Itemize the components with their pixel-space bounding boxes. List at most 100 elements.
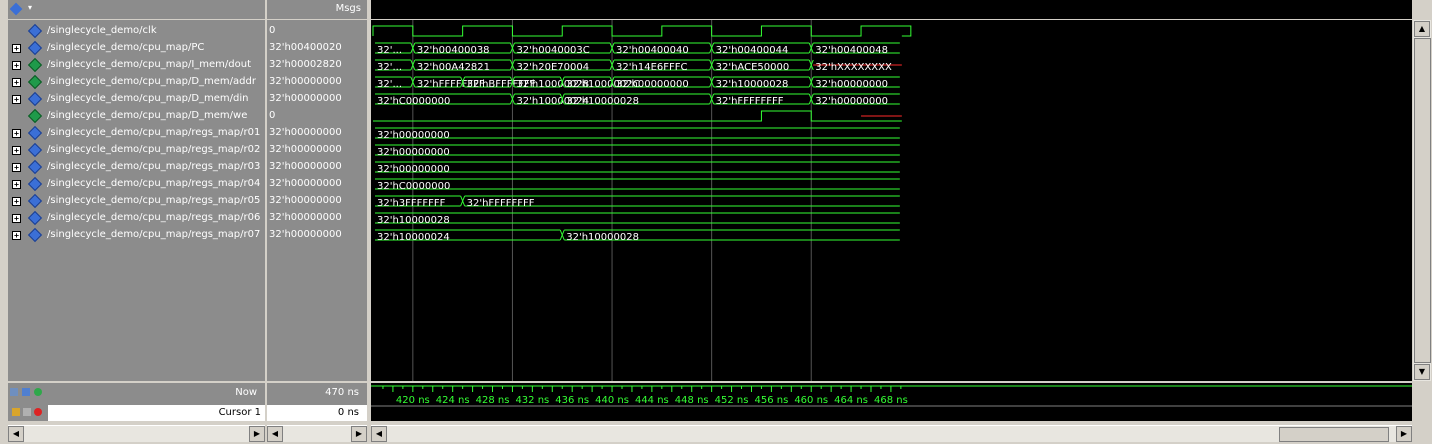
bus-value-label: 32'h10000024: [377, 232, 450, 243]
scroll-thumb[interactable]: [1414, 38, 1431, 363]
expand-icon[interactable]: +: [12, 146, 21, 155]
signal-name[interactable]: /singlecycle_demo/cpu_map/PC: [47, 42, 204, 53]
signal-name[interactable]: /singlecycle_demo/cpu_map/regs_map/r06: [47, 212, 260, 223]
signal-row[interactable]: + /singlecycle_demo/cpu_map/regs_map/r04: [8, 176, 265, 193]
bus-value-label: 32'h00A42821: [417, 62, 490, 73]
signal-name[interactable]: /singlecycle_demo/cpu_map/regs_map/r07: [47, 229, 260, 240]
signal-name[interactable]: /singlecycle_demo/cpu_map/regs_map/r03: [47, 161, 260, 172]
signal-icon: [27, 176, 43, 192]
cursor-name-field[interactable]: Cursor 1: [48, 405, 265, 421]
scroll-left-button[interactable]: ◀: [267, 426, 283, 442]
signal-icon: [27, 125, 43, 141]
scroll-up-button[interactable]: ▲: [1414, 21, 1430, 37]
bus-value-label: 32'h14E6FFFC: [616, 62, 687, 73]
signal-row[interactable]: + /singlecycle_demo/cpu_map/regs_map/r07: [8, 227, 265, 244]
add-icon[interactable]: [34, 388, 42, 396]
signal-value: 32'h00000000: [269, 212, 342, 223]
cursor-list-icon[interactable]: [22, 388, 30, 396]
signal-name[interactable]: /singlecycle_demo/clk: [47, 25, 157, 36]
expand-icon[interactable]: +: [12, 95, 21, 104]
bus-value-label: 32'h00400038: [417, 45, 490, 56]
names-hscroll[interactable]: ◀ ▶: [8, 425, 265, 442]
signal-name[interactable]: /singlecycle_demo/cpu_map/regs_map/r05: [47, 195, 260, 206]
vertical-scrollbar[interactable]: ▲ ▼: [1413, 20, 1431, 381]
signal-icon: [27, 74, 43, 90]
cursor-label[interactable]: Cursor 1: [219, 407, 261, 418]
signal-name[interactable]: /singlecycle_demo/cpu_map/regs_map/r02: [47, 144, 260, 155]
signal-row[interactable]: + /singlecycle_demo/cpu_map/regs_map/r05: [8, 193, 265, 210]
scroll-left-button[interactable]: ◀: [371, 426, 387, 442]
bus-value-label: 32'h00000000: [815, 79, 888, 90]
wave-header: [371, 0, 1412, 19]
signal-value: 32'h00000000: [269, 127, 342, 138]
bit-wave: [373, 110, 902, 122]
bus-value-label: 32'h10000028: [716, 79, 789, 90]
expand-icon[interactable]: +: [12, 231, 21, 240]
signal-name[interactable]: /singlecycle_demo/cpu_map/I_mem/dout: [47, 59, 251, 70]
bus-value-label: 32'h00000000: [377, 147, 450, 158]
timeline-label: 448 ns: [675, 395, 709, 406]
wave-toolbar-icon[interactable]: [9, 2, 23, 16]
bus-value-label: 32'hFFFFFFFF: [467, 198, 535, 209]
waveform-pane[interactable]: 32'... 32'h00400038 32'h0040003C 32'h004000…: [371, 20, 1412, 381]
signal-row[interactable]: + /singlecycle_demo/cpu_map/regs_map/r01: [8, 125, 265, 142]
wave-hscroll[interactable]: ◀ ▶: [371, 425, 1412, 442]
expand-icon[interactable]: +: [12, 180, 21, 189]
cursor-names-pane: Now Cursor 1: [8, 383, 265, 421]
scroll-right-button[interactable]: ▶: [351, 426, 367, 442]
signal-row[interactable]: + /singlecycle_demo/cpu_map/I_mem/dout: [8, 57, 265, 74]
expand-icon[interactable]: +: [12, 214, 21, 223]
signal-row[interactable]: + /singlecycle_demo/cpu_map/D_mem/din: [8, 91, 265, 108]
expand-icon[interactable]: +: [12, 129, 21, 138]
bus-value-label: 32'hACE50000: [716, 62, 790, 73]
expand-icon[interactable]: +: [12, 44, 21, 53]
timeline-label: 432 ns: [515, 395, 549, 406]
scroll-down-button[interactable]: ▼: [1414, 364, 1430, 380]
scroll-right-button[interactable]: ▶: [249, 426, 265, 442]
expand-icon[interactable]: +: [12, 197, 21, 206]
signal-row[interactable]: /singlecycle_demo/cpu_map/D_mem/we: [8, 108, 265, 125]
values-hscroll[interactable]: ◀ ▶: [267, 425, 367, 442]
signal-row[interactable]: + /singlecycle_demo/cpu_map/regs_map/r06: [8, 210, 265, 227]
signal-row[interactable]: + /singlecycle_demo/cpu_map/D_mem/addr: [8, 74, 265, 91]
timeline-ruler[interactable]: 420 ns 424 ns 428 ns 432 ns 436 ns 440 ns 444 …: [371, 383, 1412, 421]
signal-row[interactable]: /singlecycle_demo/clk: [8, 23, 265, 40]
chevron-down-icon[interactable]: ▾: [28, 3, 32, 12]
add-cursor-icon[interactable]: [10, 388, 18, 396]
delete-cursor-icon[interactable]: [34, 408, 42, 416]
bus-value-label: 32'h10000028: [566, 96, 639, 107]
expand-icon[interactable]: +: [12, 78, 21, 87]
expand-icon[interactable]: +: [12, 61, 21, 70]
lock-icon[interactable]: [12, 408, 20, 416]
timeline-label: 440 ns: [595, 395, 629, 406]
timeline-pane[interactable]: 420 ns 424 ns 428 ns 432 ns 436 ns 440 ns 444 …: [371, 383, 1412, 421]
signal-row[interactable]: + /singlecycle_demo/cpu_map/regs_map/r02: [8, 142, 265, 159]
signal-value: 32'h00000000: [269, 76, 342, 87]
scroll-right-button[interactable]: ▶: [1396, 426, 1412, 442]
scroll-left-button[interactable]: ◀: [8, 426, 24, 442]
cursor-value[interactable]: 0 ns: [338, 407, 359, 418]
signal-row[interactable]: + /singlecycle_demo/cpu_map/regs_map/r03: [8, 159, 265, 176]
signal-name[interactable]: /singlecycle_demo/cpu_map/regs_map/r01: [47, 127, 260, 138]
bus-value-label: 32'h10000028: [377, 215, 450, 226]
signal-value: 32'h00000000: [269, 144, 342, 155]
signal-row[interactable]: + /singlecycle_demo/cpu_map/PC: [8, 40, 265, 57]
signal-name[interactable]: /singlecycle_demo/cpu_map/D_mem/din: [47, 93, 248, 104]
signal-name[interactable]: /singlecycle_demo/cpu_map/regs_map/r04: [47, 178, 260, 189]
timeline-label: 468 ns: [874, 395, 908, 406]
bus-value-label: 32'hFFFFFFFF: [716, 96, 784, 107]
scroll-thumb[interactable]: [1279, 427, 1389, 442]
timeline-label: 460 ns: [794, 395, 828, 406]
cursor-value-field[interactable]: 0 ns: [267, 405, 367, 421]
signal-name[interactable]: /singlecycle_demo/cpu_map/D_mem/addr: [47, 76, 256, 87]
signal-icon: [27, 210, 43, 226]
bus-value-label: 32'hC0000000: [377, 96, 450, 107]
bus-value-label: 32'h00400048: [815, 45, 888, 56]
bus-value-label: 32'h00000000: [377, 130, 450, 141]
wrench-icon[interactable]: [23, 408, 31, 416]
signal-name[interactable]: /singlecycle_demo/cpu_map/D_mem/we: [47, 110, 247, 121]
waveform-canvas[interactable]: 32'... 32'h00400038 32'h0040003C 32'h004000…: [371, 20, 1412, 381]
timeline-label: 456 ns: [754, 395, 788, 406]
expand-icon[interactable]: +: [12, 163, 21, 172]
now-label: Now: [235, 387, 257, 398]
